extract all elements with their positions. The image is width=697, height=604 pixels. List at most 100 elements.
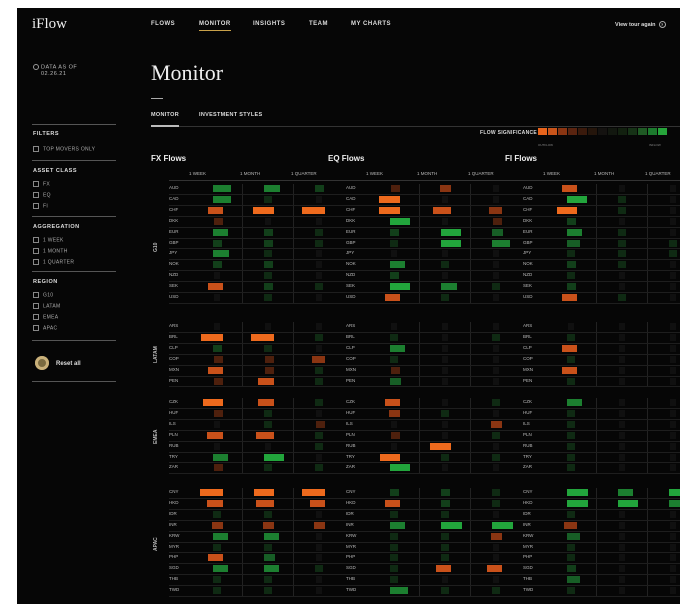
- flow-cell[interactable]: [441, 576, 448, 584]
- flow-cell[interactable]: [389, 464, 410, 472]
- flow-cell[interactable]: [250, 333, 274, 341]
- flow-cell[interactable]: [669, 344, 676, 352]
- flow-cell[interactable]: [263, 420, 272, 428]
- flow-cell[interactable]: [313, 521, 325, 529]
- help-circle-icon[interactable]: ?: [658, 21, 666, 28]
- flow-cell[interactable]: [492, 377, 499, 385]
- flow-cell[interactable]: [492, 576, 499, 584]
- flow-cell[interactable]: [669, 399, 676, 406]
- filter-fx[interactable]: FX: [33, 181, 50, 187]
- flow-cell[interactable]: [378, 206, 400, 214]
- flow-cell[interactable]: [262, 521, 274, 529]
- flow-cell[interactable]: [669, 333, 676, 341]
- flow-cell[interactable]: [441, 431, 448, 439]
- flow-cell[interactable]: [618, 442, 625, 450]
- flow-cell[interactable]: [389, 333, 398, 341]
- flow-cell[interactable]: [263, 185, 280, 192]
- flow-cell[interactable]: [257, 377, 274, 385]
- flow-cell[interactable]: [669, 206, 676, 214]
- flow-cell[interactable]: [556, 206, 577, 214]
- flow-cell[interactable]: [561, 294, 577, 301]
- flow-cell[interactable]: [212, 587, 221, 595]
- checkbox-icon[interactable]: [33, 303, 39, 309]
- flow-cell[interactable]: [314, 464, 323, 472]
- flow-cell[interactable]: [207, 366, 223, 374]
- flow-cell[interactable]: [389, 521, 405, 529]
- flow-cell[interactable]: [492, 409, 499, 417]
- flow-cell[interactable]: [213, 409, 223, 417]
- flow-cell[interactable]: [389, 283, 410, 291]
- flow-cell[interactable]: [207, 554, 223, 562]
- flow-cell[interactable]: [263, 250, 272, 258]
- flow-cell[interactable]: [618, 399, 625, 406]
- flow-cell[interactable]: [441, 420, 448, 428]
- flow-cell[interactable]: [389, 239, 398, 247]
- nav-monitor[interactable]: MONITOR: [199, 21, 231, 31]
- flow-cell[interactable]: [389, 543, 398, 551]
- flow-cell[interactable]: [389, 576, 398, 584]
- flow-cell[interactable]: [253, 489, 274, 496]
- flow-cell[interactable]: [263, 453, 284, 461]
- flow-cell[interactable]: [440, 409, 449, 417]
- filter-emea-label[interactable]: EMEA: [43, 314, 58, 320]
- flow-cell[interactable]: [440, 489, 450, 496]
- flow-cell[interactable]: [206, 431, 223, 439]
- nav-insights[interactable]: INSIGHTS: [253, 21, 285, 27]
- flow-cell[interactable]: [668, 250, 677, 258]
- flow-cell[interactable]: [567, 323, 574, 330]
- flow-cell[interactable]: [212, 532, 228, 540]
- tab-investment-styles[interactable]: INVESTMENT STYLES: [199, 112, 262, 118]
- flow-cell[interactable]: [492, 464, 499, 472]
- flow-cell[interactable]: [566, 272, 575, 280]
- flow-cell[interactable]: [263, 554, 275, 562]
- flow-cell[interactable]: [618, 409, 625, 417]
- flow-cell[interactable]: [315, 453, 322, 461]
- filter-fi[interactable]: FI: [33, 203, 48, 209]
- flow-cell[interactable]: [212, 250, 229, 258]
- flow-cell[interactable]: [314, 431, 323, 439]
- flow-cell[interactable]: [263, 239, 273, 247]
- flow-cell[interactable]: [440, 294, 449, 301]
- flow-cell[interactable]: [440, 510, 449, 518]
- flow-cell[interactable]: [440, 239, 461, 247]
- flow-cell[interactable]: [492, 294, 499, 301]
- flow-cell[interactable]: [491, 489, 500, 496]
- flow-cell[interactable]: [212, 195, 231, 203]
- flow-cell[interactable]: [618, 521, 625, 529]
- nav-flows[interactable]: FLOWS: [151, 21, 175, 27]
- flow-cell[interactable]: [263, 195, 272, 203]
- flow-cell[interactable]: [301, 489, 325, 496]
- flow-cell[interactable]: [618, 543, 625, 551]
- flow-cell[interactable]: [263, 587, 272, 595]
- filter-top-movers[interactable]: TOP MOVERS ONLY: [33, 146, 95, 152]
- flow-cell[interactable]: [315, 261, 322, 269]
- flow-cell[interactable]: [440, 521, 462, 529]
- flow-cell[interactable]: [617, 489, 633, 496]
- checkbox-icon[interactable]: [33, 146, 39, 152]
- tab-monitor[interactable]: MONITOR: [151, 112, 179, 118]
- view-tour-link[interactable]: View tour again?: [615, 21, 666, 28]
- flow-cell[interactable]: [618, 377, 625, 385]
- flow-cell[interactable]: [566, 195, 587, 203]
- filter-g10[interactable]: G10: [33, 292, 53, 298]
- flow-cell[interactable]: [314, 239, 323, 247]
- logo[interactable]: iFlow: [32, 16, 67, 33]
- flow-cell[interactable]: [314, 377, 323, 385]
- flow-cell[interactable]: [566, 333, 575, 341]
- flow-cell[interactable]: [212, 185, 231, 192]
- flow-cell[interactable]: [566, 377, 575, 385]
- filter-latam-label[interactable]: LATAM: [43, 303, 60, 309]
- flow-cell[interactable]: [263, 532, 279, 540]
- flow-cell[interactable]: [566, 283, 576, 291]
- flow-cell[interactable]: [492, 217, 502, 225]
- flow-cell[interactable]: [301, 206, 325, 214]
- flow-cell[interactable]: [669, 554, 676, 562]
- flow-cell[interactable]: [618, 532, 625, 540]
- checkbox-icon[interactable]: [33, 203, 39, 209]
- flow-cell[interactable]: [206, 499, 223, 507]
- flow-cell[interactable]: [492, 261, 499, 269]
- flow-cell[interactable]: [440, 261, 449, 269]
- flow-cell[interactable]: [440, 228, 461, 236]
- flow-cell[interactable]: [669, 294, 676, 301]
- flow-cell[interactable]: [429, 442, 451, 450]
